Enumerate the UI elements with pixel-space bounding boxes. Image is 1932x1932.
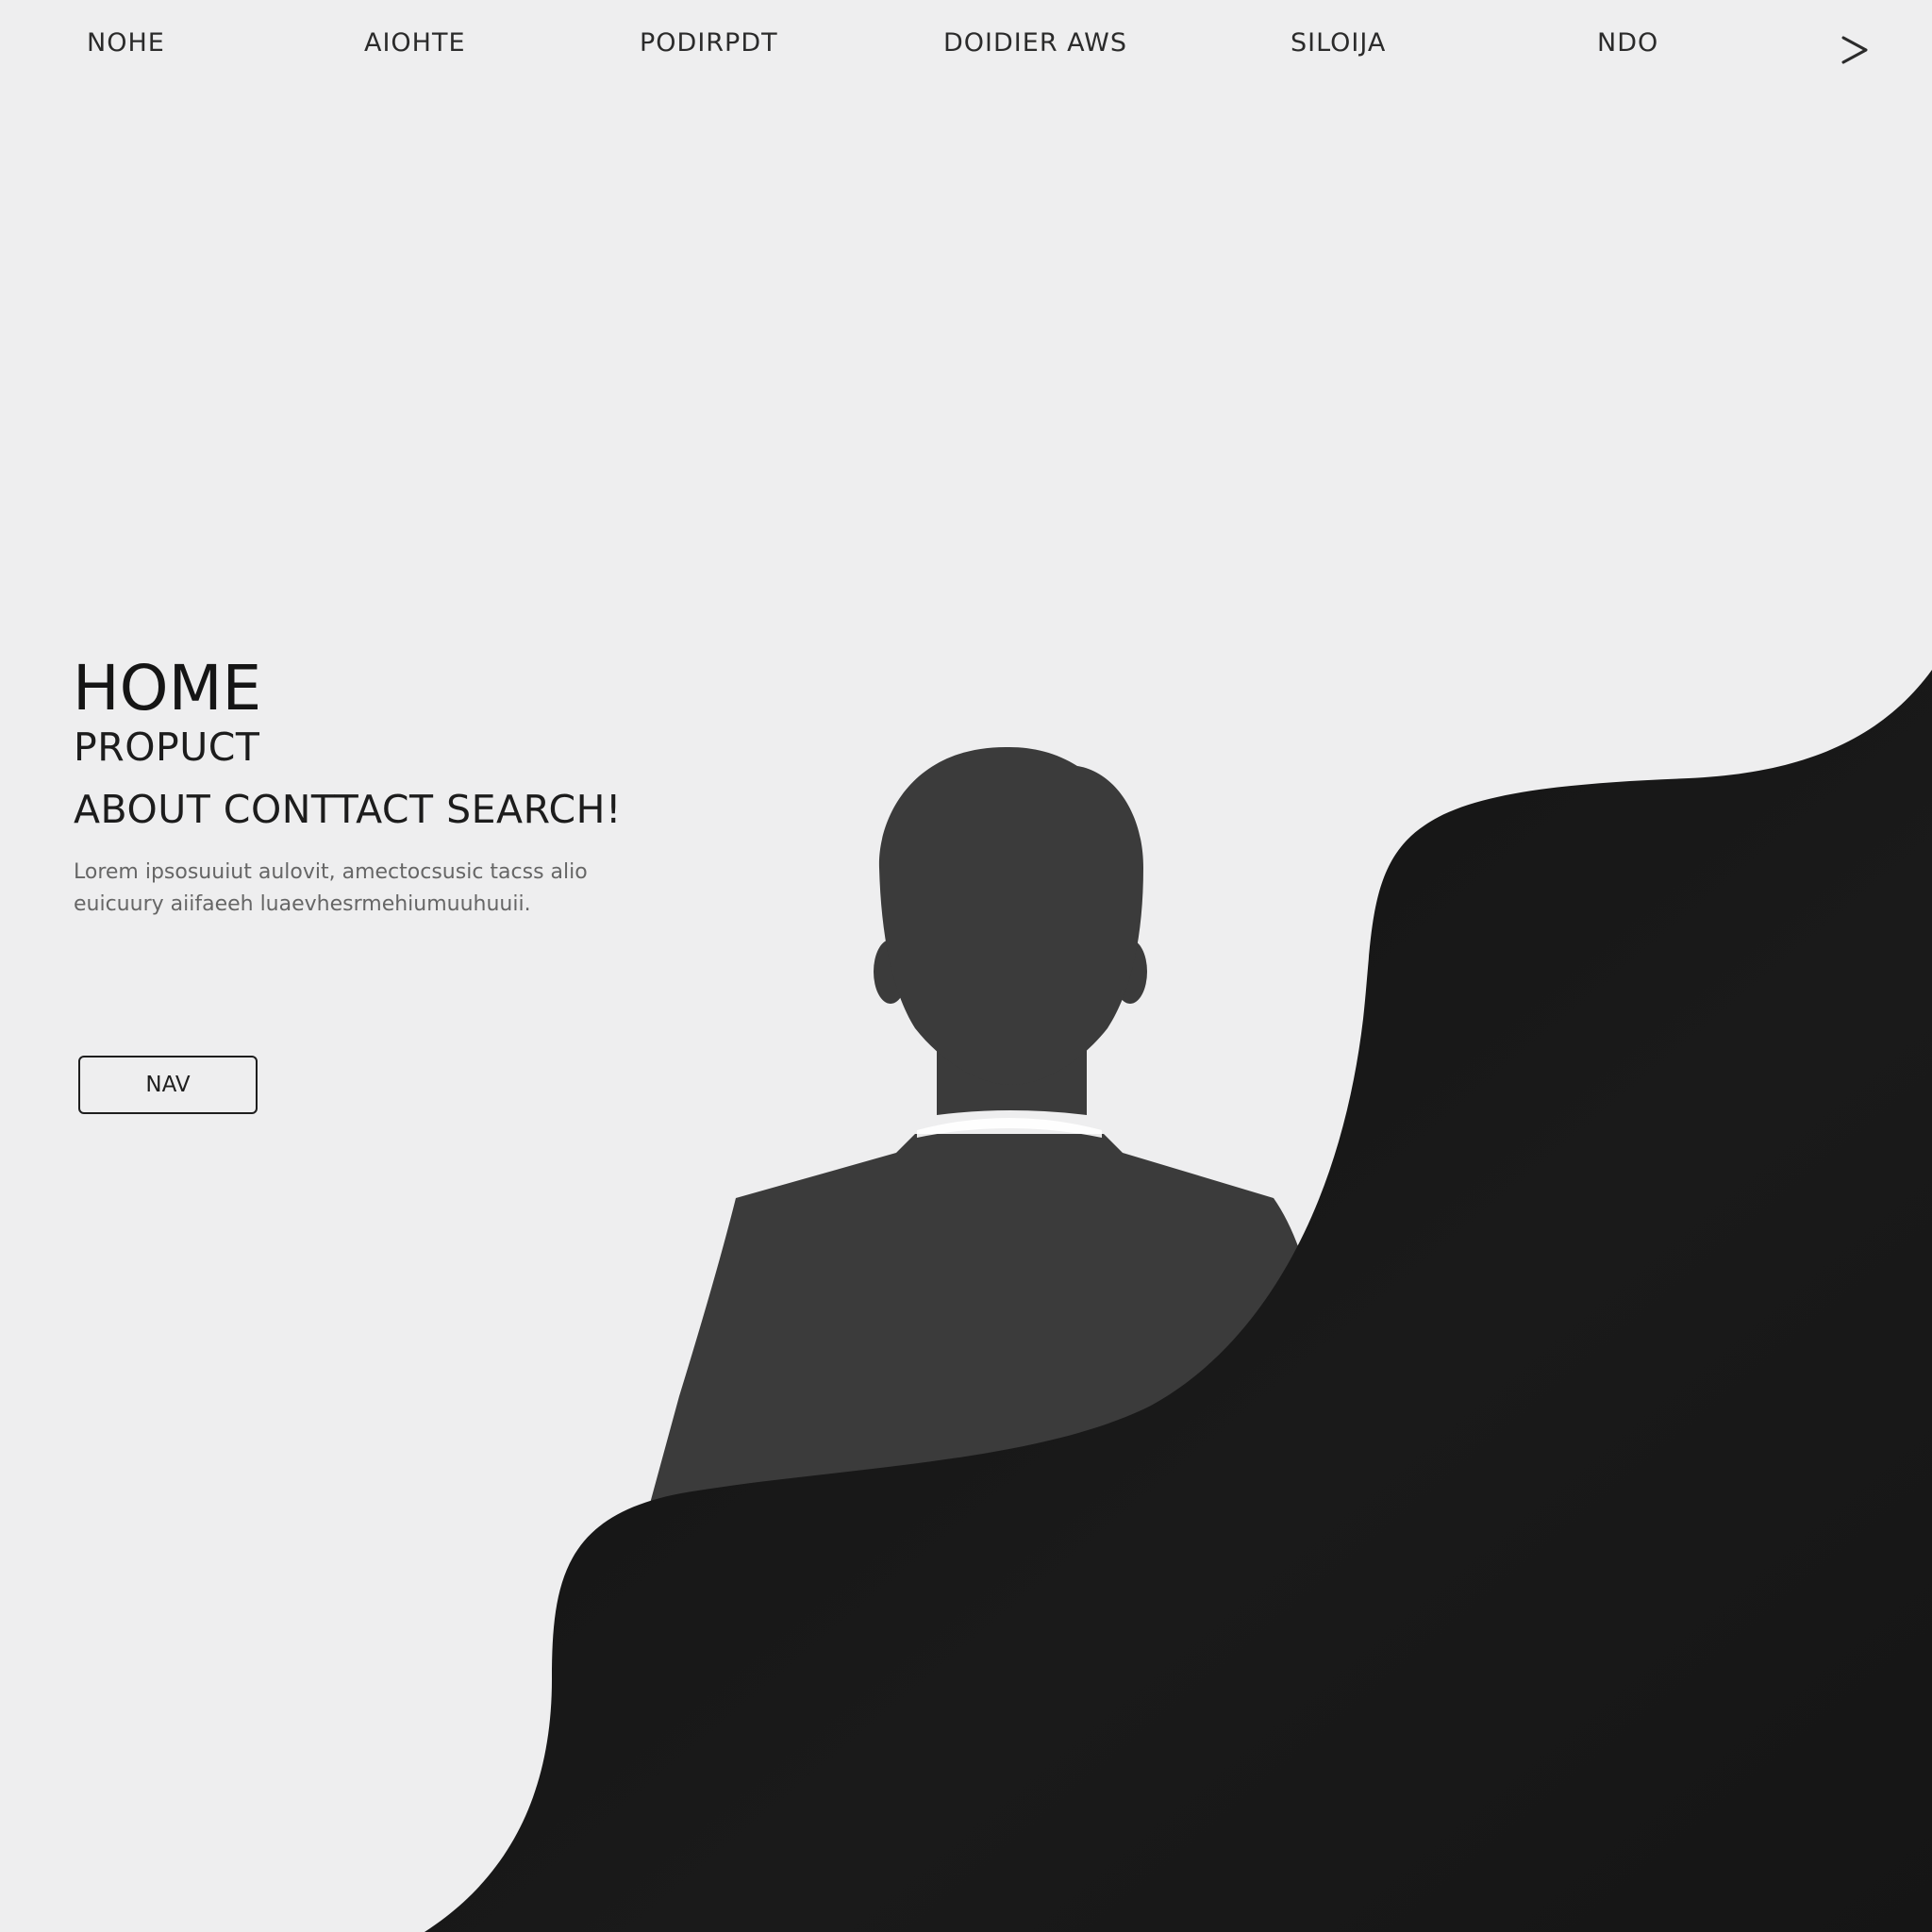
nav-item-1[interactable]: NOHE xyxy=(87,28,165,58)
hero-subtitle-links: ABOUT CONTTACT SEARCH! xyxy=(74,787,622,832)
top-navigation: NOHE AIOHTE PODIRPDT DOIDIER AWS SILOIJA… xyxy=(0,0,1932,94)
nav-item-5[interactable]: SILOIJA xyxy=(1291,28,1386,58)
nav-item-4[interactable]: DOIDIER AWS xyxy=(943,28,1127,58)
person-silhouette xyxy=(623,746,1340,1604)
nav-item-6[interactable]: NDO xyxy=(1597,28,1658,58)
hero-title: HOME xyxy=(73,652,262,724)
hero-body-text: Lorem ipsosuuiut aulovit, amectocsusic t… xyxy=(74,860,588,916)
hero-subtitle-product: PROPUCT xyxy=(74,724,260,770)
nav-item-3[interactable]: PODIRPDT xyxy=(640,28,778,58)
nav-button[interactable]: NAV xyxy=(78,1056,258,1114)
nav-item-2[interactable]: AIOHTE xyxy=(364,28,466,58)
chevron-right-icon[interactable] xyxy=(1838,25,1875,72)
landing-page: NOHE AIOHTE PODIRPDT DOIDIER AWS SILOIJA… xyxy=(0,0,1932,1932)
hero-illustration xyxy=(425,670,1932,1932)
dark-wave-shape xyxy=(425,670,1932,1932)
